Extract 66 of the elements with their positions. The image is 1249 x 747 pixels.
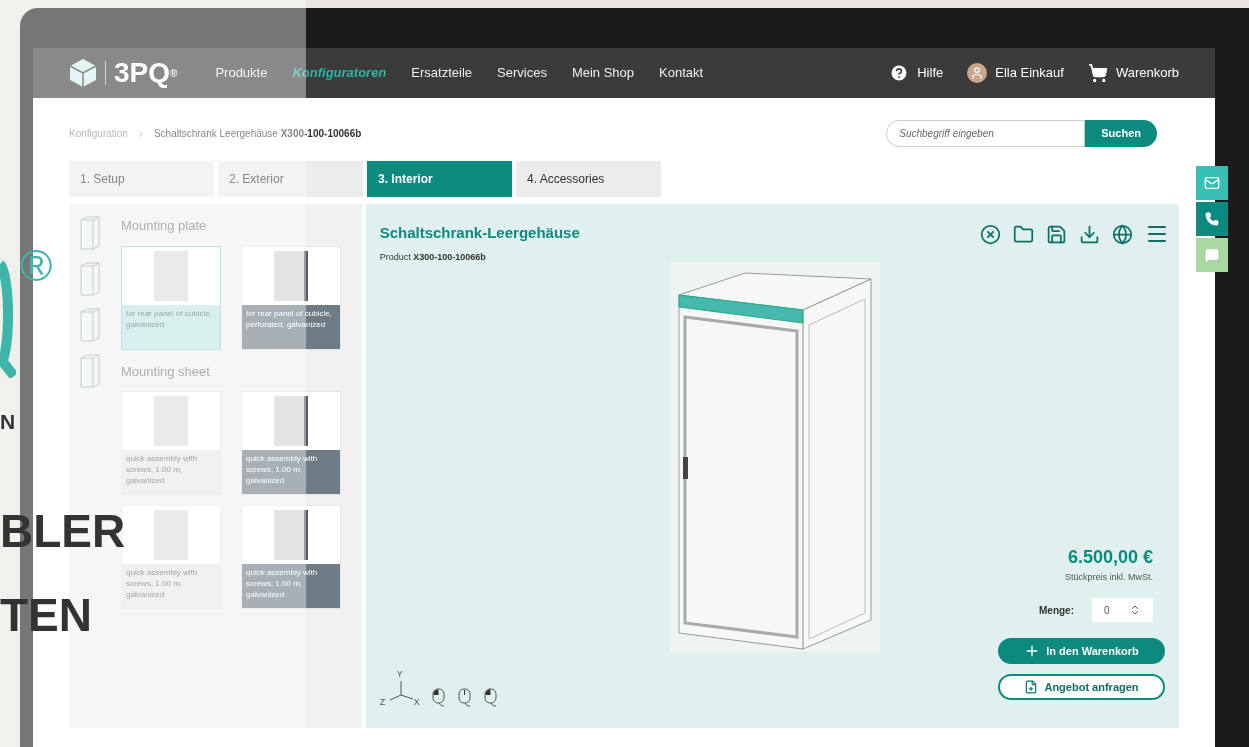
globe-icon[interactable] xyxy=(1112,223,1133,245)
breadcrumb-current: Schaltschrank Leergehäuse X300-100-10066b xyxy=(153,127,362,141)
phone-button[interactable] xyxy=(1196,202,1228,236)
request-quote-button[interactable]: Angebot anfragen xyxy=(998,674,1165,700)
axis-label: X xyxy=(413,696,420,709)
cube-logo-icon[interactable] xyxy=(69,58,97,88)
panel-thumbnail xyxy=(274,510,308,560)
option-card[interactable]: quick assembly with screws, 1.00 m, galvanized xyxy=(241,505,341,609)
option-caption: quick assembly with screws, 1.00 m, galvanized xyxy=(242,564,340,608)
panel-thumbnail xyxy=(274,250,308,301)
quantity-label: Menge: xyxy=(1039,603,1074,618)
user-link[interactable]: Ella Einkauf xyxy=(967,63,1064,83)
save-icon[interactable] xyxy=(1046,223,1067,245)
nav-link[interactable]: Ersatzteile xyxy=(411,63,473,83)
option-card[interactable]: for rear panel of cubicle, perforated, galvanized xyxy=(241,245,341,350)
option-card[interactable]: quick assembly with screws, 1.00 m, galvanized xyxy=(121,391,221,495)
help-icon xyxy=(889,63,910,83)
brand-logo[interactable]: 3PQ$^{®}$ xyxy=(114,59,178,87)
cart-link[interactable]: Warenkorb xyxy=(1087,63,1179,83)
mouse-icon xyxy=(483,688,498,708)
phone-icon xyxy=(1205,212,1219,226)
nav-link[interactable]: Kontakt xyxy=(659,63,704,83)
nav-link[interactable]: Services xyxy=(497,63,547,83)
product-title: Schaltschrank-Leergehäuse xyxy=(379,223,581,243)
headline-fragment: N xyxy=(0,411,16,432)
mail-button[interactable] xyxy=(1196,166,1228,200)
nav-link[interactable]: Mein Shop xyxy=(571,63,635,83)
nav-link[interactable]: Produkte xyxy=(215,63,268,83)
document-plus-icon xyxy=(1024,680,1039,694)
step-tab[interactable]: 2. Exterior xyxy=(218,161,363,197)
mouse-icon xyxy=(431,688,446,708)
axis-label: Z xyxy=(379,696,386,709)
mouse-icon xyxy=(457,688,472,708)
search-field[interactable]: Suchbegriff eingeben xyxy=(886,120,1086,147)
axis-icon xyxy=(387,680,414,702)
option-caption: quick assembly with screws, 1.00 m, galvanized xyxy=(122,450,220,494)
group-heading: Mounting plate xyxy=(121,217,208,235)
step-tab[interactable]: 3. Interior xyxy=(367,161,512,197)
cabinet-thumbnail-icon[interactable] xyxy=(79,354,101,388)
step-tab[interactable]: 1. Setup xyxy=(69,161,214,197)
quantity-field[interactable]: 0 xyxy=(1092,598,1153,622)
cabinet-thumbnail-icon[interactable] xyxy=(79,216,101,250)
help-link[interactable]: Hilfe xyxy=(889,63,944,83)
cabinet-thumbnail-icon[interactable] xyxy=(79,308,101,342)
axis-label: Y xyxy=(396,668,403,681)
stepper-icon xyxy=(1129,604,1141,616)
avatar-icon xyxy=(967,63,988,83)
close-icon[interactable] xyxy=(980,223,1001,245)
download-icon[interactable] xyxy=(1079,223,1100,245)
panel-thumbnail xyxy=(274,396,308,446)
step-tab[interactable]: 4. Accessories xyxy=(516,161,661,197)
mail-icon xyxy=(1204,175,1220,191)
price: 6.500,00 € xyxy=(1067,545,1153,569)
add-to-cart-button[interactable]: In den Warenkorb xyxy=(998,638,1165,664)
group-heading: Mounting sheet xyxy=(121,362,211,381)
option-card[interactable]: quick assembly with screws, 1.00 m, galvanized xyxy=(241,391,341,495)
cabinet-thumbnail-icon[interactable] xyxy=(79,262,101,296)
search-button[interactable]: Suchen xyxy=(1085,120,1157,147)
chat-icon xyxy=(1205,248,1219,262)
price-note: Stückpreis inkl. MwSt. xyxy=(1064,570,1153,584)
cart-icon xyxy=(1087,63,1108,83)
folder-icon[interactable] xyxy=(1013,223,1034,245)
option-caption: quick assembly with screws, 1.00 m, galvanized xyxy=(242,450,340,494)
option-caption: quick assembly with screws, 1.00 m, galvanized xyxy=(122,564,220,608)
option-caption: for rear panel of cubicle, perforated, galvanized xyxy=(242,304,340,349)
product-number: Product X300-100-10066b xyxy=(379,250,487,264)
